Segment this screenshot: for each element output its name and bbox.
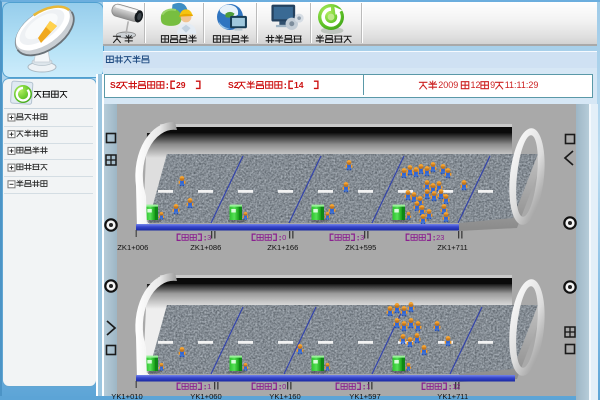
svg-text:YK1+010: YK1+010 (111, 392, 142, 400)
svg-text:ZK1+711: ZK1+711 (437, 243, 467, 252)
svg-text:1: 1 (366, 382, 370, 391)
svg-text:1: 1 (207, 382, 211, 391)
svg-text:29: 29 (176, 80, 186, 90)
svg-text:11:11:29: 11:11:29 (505, 80, 539, 90)
svg-text:ZK1+166: ZK1+166 (267, 243, 298, 252)
svg-text:3: 3 (360, 233, 364, 242)
svg-text:0: 0 (282, 382, 286, 391)
svg-text:12: 12 (471, 80, 481, 90)
svg-text:23: 23 (436, 233, 444, 242)
svg-text:S2: S2 (110, 80, 121, 90)
svg-text:YK1+060: YK1+060 (190, 392, 221, 400)
svg-text:ZK1+006: ZK1+006 (117, 243, 148, 252)
svg-text:S2: S2 (228, 80, 239, 90)
svg-text:2009: 2009 (438, 80, 458, 90)
svg-text:9: 9 (490, 80, 495, 90)
svg-text:YK1+711: YK1+711 (437, 392, 468, 400)
svg-text:YK1+597: YK1+597 (349, 392, 380, 400)
svg-text:0: 0 (282, 233, 286, 242)
svg-text:ZK1+086: ZK1+086 (190, 243, 221, 252)
svg-text:14: 14 (294, 80, 304, 90)
svg-text:ZK1+595: ZK1+595 (345, 243, 376, 252)
svg-text:12: 12 (452, 382, 460, 391)
svg-text:3: 3 (207, 233, 211, 242)
svg-text:YK1+160: YK1+160 (269, 392, 300, 400)
